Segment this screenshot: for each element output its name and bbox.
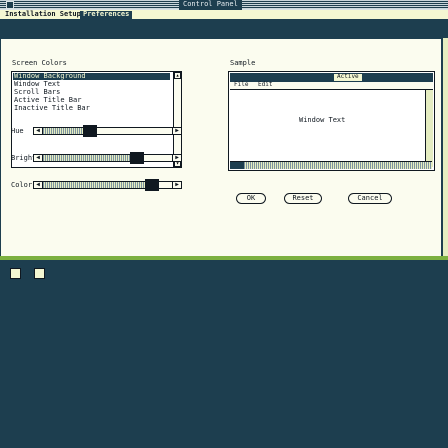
sample-horizontal-scrollbar: [230, 161, 432, 169]
slider-right-arrow-icon[interactable]: ▶: [172, 182, 181, 188]
sample-window-text: Window Text: [299, 116, 346, 124]
color-slider[interactable]: ◀ ▶: [33, 179, 182, 191]
window-title: Control Panel: [179, 0, 242, 10]
list-item-scroll-bars[interactable]: Scroll Bars: [13, 89, 60, 96]
sample-preview: Active File Edit Window Text: [228, 71, 435, 171]
scroll-up-arrow-icon[interactable]: ▴: [174, 72, 181, 79]
slider-left-arrow-icon[interactable]: ◀: [34, 128, 43, 134]
reset-button[interactable]: Reset: [284, 193, 322, 204]
sample-hscroll-thumb: [230, 162, 244, 169]
ok-button[interactable]: OK: [236, 193, 266, 204]
slider-left-arrow-icon[interactable]: ◀: [34, 155, 43, 161]
desktop-drive-icon[interactable]: [10, 268, 21, 279]
sample-heading: Sample: [230, 59, 256, 67]
hue-slider-thumb[interactable]: [83, 125, 97, 137]
menu-installation-setup[interactable]: Installation Setup: [2, 11, 84, 19]
close-box-icon[interactable]: [6, 1, 14, 9]
slider-right-arrow-icon[interactable]: ▶: [172, 128, 181, 134]
cancel-button[interactable]: Cancel: [348, 193, 392, 204]
sample-menu-edit: Edit: [258, 81, 273, 88]
list-item-window-background[interactable]: Window Background: [13, 73, 170, 80]
sample-menu-bar: File Edit: [230, 82, 433, 90]
bright-slider-thumb[interactable]: [130, 152, 144, 164]
panel-bottom-bar: [0, 256, 448, 260]
hue-slider[interactable]: ◀ ▶: [33, 125, 182, 137]
hue-label: Hue: [11, 127, 24, 135]
sample-active-label: Active: [334, 74, 362, 81]
slider-left-arrow-icon[interactable]: ◀: [34, 182, 43, 188]
bright-slider-fill: [43, 155, 144, 161]
color-slider-fill: [43, 182, 159, 188]
list-item-active-title-bar[interactable]: Active Title Bar: [13, 97, 81, 104]
panel-right-edge: [442, 38, 448, 260]
list-scrollbar[interactable]: ▴ ▾: [173, 72, 181, 167]
list-item-inactive-title-bar[interactable]: Inactive Title Bar: [13, 105, 90, 112]
color-slider-thumb[interactable]: [145, 179, 159, 191]
menu-preferences[interactable]: Preferences: [80, 11, 133, 19]
desktop-folder-icon[interactable]: [34, 268, 45, 279]
control-panel-title-bar[interactable]: Control Panel: [0, 0, 448, 10]
color-label: Color: [11, 181, 33, 189]
menu-bar: Installation Setup Preferences: [0, 10, 448, 20]
screen-colors-heading: Screen Colors: [12, 59, 67, 67]
slider-right-arrow-icon[interactable]: ▶: [172, 155, 181, 161]
bright-slider[interactable]: ◀ ▶: [33, 152, 182, 164]
sample-vertical-scrollbar: [425, 90, 433, 167]
list-item-window-text[interactable]: Window Text: [13, 81, 60, 88]
sample-menu-file: File: [234, 81, 249, 88]
